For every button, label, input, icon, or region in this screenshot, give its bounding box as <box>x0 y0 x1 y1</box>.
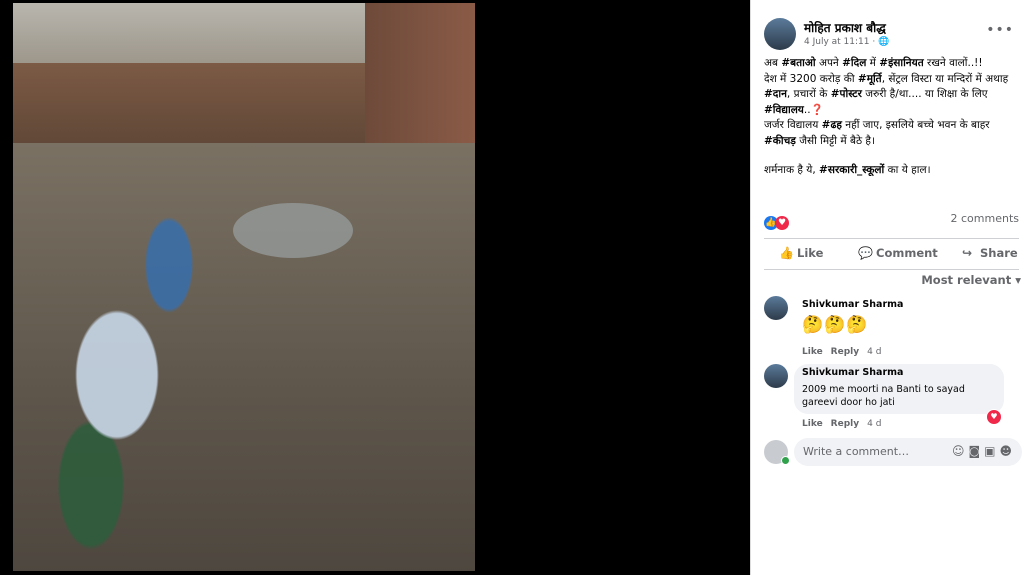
like-button[interactable]: 👍 Like <box>779 246 823 260</box>
write-comment: Write a comment… ☺◙▣☻ <box>764 438 1022 466</box>
post-line: शर्मनाक है ये, #सरकारी_स्कूलों का ये हाल… <box>764 163 1019 179</box>
comment-reply-link[interactable]: Reply <box>831 419 859 429</box>
text: , सेंट्रल विस्टा या मन्दिरों में अथाह <box>881 72 1009 85</box>
hashtag-link[interactable]: #सरकारी_स्कूलों <box>819 164 884 176</box>
author-avatar[interactable] <box>764 18 796 50</box>
text: अब <box>764 57 782 69</box>
emoji-icon[interactable]: ☺ <box>952 444 969 458</box>
comment-actions: Like Reply 4 d <box>802 419 889 429</box>
comment-icon: 💬 <box>858 246 873 260</box>
love-reaction-icon[interactable]: ♥ <box>775 216 789 230</box>
post-body: अब #बताओ अपने #दिल में #इंसानियत रखने वा… <box>764 56 1019 179</box>
ellipsis-icon[interactable]: ••• <box>986 22 1014 38</box>
post-panel: मोहित प्रकाश बौद्ध 4 July at 11:11 · 🌐 •… <box>750 0 1024 575</box>
comment-actions: Like Reply 4 d <box>802 347 889 357</box>
share-label: Share <box>980 246 1018 260</box>
commenter-avatar[interactable] <box>764 296 788 320</box>
gif-icon[interactable]: ▣ <box>984 444 999 458</box>
post-date[interactable]: 4 July at 11:11 <box>804 37 869 47</box>
comment-label: Comment <box>876 246 938 260</box>
camera-icon[interactable]: ◙ <box>968 444 984 458</box>
text: जर्जर विद्यालय <box>764 119 822 131</box>
comment-text: 2009 me moorti na Banti to sayad gareevi… <box>802 384 965 408</box>
hashtag-link[interactable]: #बताओ <box>781 57 815 69</box>
text: शर्मनाक है ये, <box>764 164 820 176</box>
meta-separator: · <box>872 37 876 47</box>
online-status-dot <box>781 456 790 465</box>
text: जरुरी है/था.... या शिक्षा के लिए <box>861 88 988 100</box>
post-meta: 4 July at 11:11 · 🌐 <box>804 37 889 47</box>
text: ..❓ <box>803 103 824 116</box>
text: का ये हाल। <box>884 164 931 176</box>
author-name[interactable]: मोहित प्रकाश बौद्ध <box>804 19 886 36</box>
hashtag-link[interactable]: #विद्यालय <box>764 104 804 116</box>
hashtag-link[interactable]: #ढह <box>822 119 842 131</box>
text: में <box>866 57 880 69</box>
share-icon: ↪ <box>962 246 973 260</box>
share-button[interactable]: ↪ Share <box>962 246 1018 260</box>
hashtag-link[interactable]: #इंसानियत <box>879 57 923 69</box>
post-photo[interactable] <box>13 3 475 571</box>
commenter-name[interactable]: Shivkumar Sharma <box>802 367 903 378</box>
commenter-name[interactable]: Shivkumar Sharma <box>802 299 903 310</box>
comment-time[interactable]: 4 d <box>867 419 881 429</box>
chevron-down-icon: ▾ <box>1015 273 1021 287</box>
hashtag-link[interactable]: #कीचड़ <box>764 135 796 147</box>
hashtag-link[interactable]: #दिल <box>842 57 866 69</box>
hashtag-link[interactable]: #दान <box>764 88 787 100</box>
post-line: देश में 3200 करोड़ की #मूर्ति, सेंट्रल व… <box>764 72 1019 119</box>
comment-count[interactable]: 2 comments <box>951 212 1020 225</box>
comment-time[interactable]: 4 d <box>867 347 881 357</box>
sort-label: Most relevant <box>921 273 1012 287</box>
comment-like-link[interactable]: Like <box>802 419 823 429</box>
text: जैसी मिट्टी में बैठे है। <box>795 134 875 147</box>
photo-viewer <box>0 0 750 575</box>
sticker-icon[interactable]: ☻ <box>999 444 1016 458</box>
comment-text: 🤔🤔🤔 <box>802 315 869 335</box>
comment-input-icons: ☺◙▣☻ <box>952 444 1016 458</box>
comment-item: Shivkumar Sharma 🤔🤔🤔 Like Reply 4 d <box>764 296 1019 358</box>
text: , प्रचारों के <box>786 88 831 100</box>
comment-placeholder: Write a comment… <box>803 445 910 458</box>
comment-item: Shivkumar Sharma 2009 me moorti na Banti… <box>764 364 1019 430</box>
post-header: मोहित प्रकाश बौद्ध 4 July at 11:11 · 🌐 •… <box>764 18 1014 54</box>
text: देश में 3200 करोड़ की <box>764 72 858 85</box>
love-reaction-icon[interactable]: ♥ <box>986 409 1002 425</box>
reactions-bar: 👍♥ 2 comments <box>764 210 1020 230</box>
thumbs-up-icon: 👍 <box>779 246 794 260</box>
text: रखने वालों..!! <box>923 57 983 69</box>
comment-like-link[interactable]: Like <box>802 347 823 357</box>
text: अपने <box>815 57 843 69</box>
comment-reply-link[interactable]: Reply <box>831 347 859 357</box>
comment-button[interactable]: 💬 Comment <box>858 246 938 260</box>
comment-input[interactable]: Write a comment… ☺◙▣☻ <box>794 438 1022 466</box>
post-line: जर्जर विद्यालय #ढह नहीं जाए, इसलिये बच्च… <box>764 118 1019 149</box>
text: नहीं जाए, इसलिये बच्चे भवन के बाहर <box>841 119 990 131</box>
post-line: अब #बताओ अपने #दिल में #इंसानियत रखने वा… <box>764 56 1019 72</box>
comment-sort-dropdown[interactable]: Most relevant ▾ <box>921 273 1021 287</box>
hashtag-link[interactable]: #पोस्टर <box>831 88 862 100</box>
action-bar: 👍 Like 💬 Comment ↪ Share <box>764 238 1019 270</box>
hashtag-link[interactable]: #मूर्ति <box>858 73 882 85</box>
like-label: Like <box>797 246 824 260</box>
commenter-avatar[interactable] <box>764 364 788 388</box>
globe-icon: 🌐 <box>878 37 890 47</box>
